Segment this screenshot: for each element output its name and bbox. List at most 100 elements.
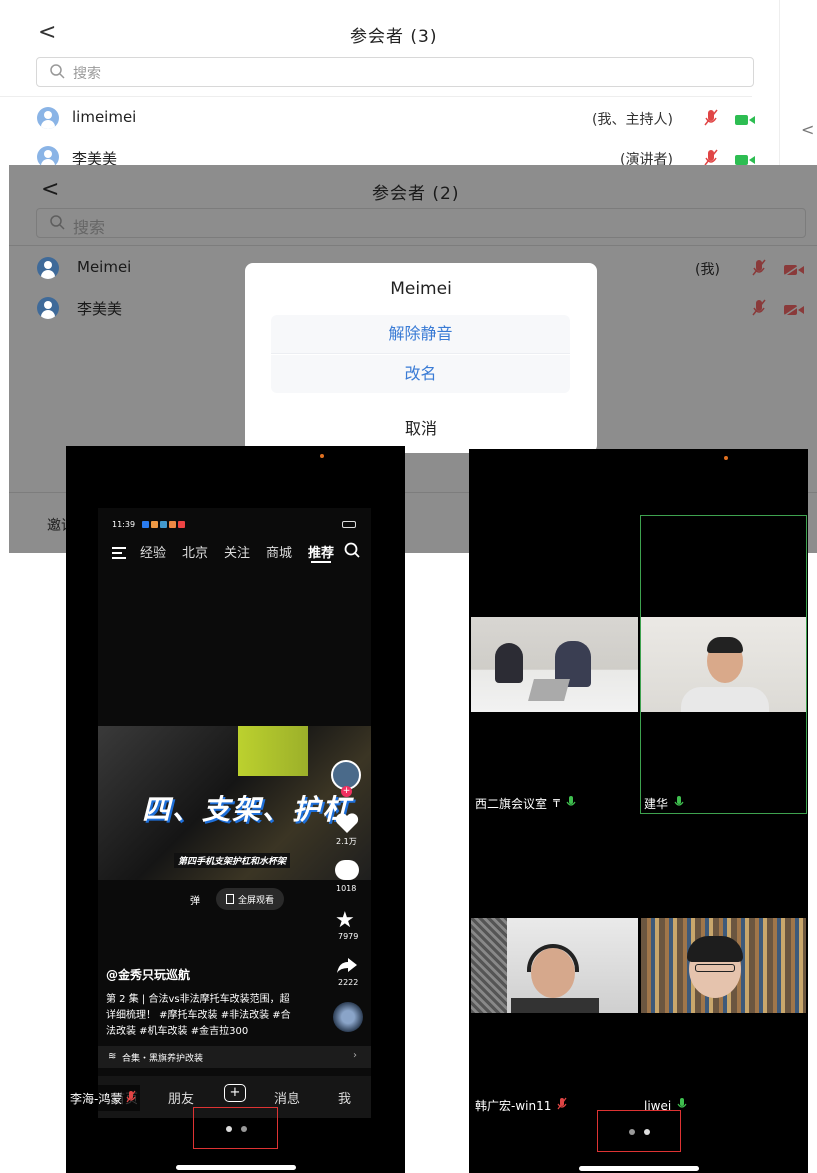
tab-underline [311, 561, 331, 563]
rename-button[interactable]: 改名 [271, 355, 570, 393]
person-silhouette [495, 643, 523, 683]
music-disc-icon[interactable] [333, 1002, 363, 1032]
page-indicator[interactable] [597, 1110, 681, 1152]
tab-follow[interactable]: 关注 [224, 542, 250, 561]
nav-create-button[interactable]: + [224, 1084, 246, 1102]
search-placeholder: 搜索 [73, 66, 101, 82]
video-frame[interactable]: 四、支架、护杠 第四手机支架护杠和水杯架 [98, 726, 371, 880]
tile-label-row: 韩广宏-win11 [475, 1096, 567, 1115]
video-off-icon[interactable] [783, 301, 804, 320]
tile-name: 建华 [644, 797, 669, 811]
pin-icon: ₸ [553, 797, 561, 810]
tile-name: 西二旗会议室 [475, 797, 548, 811]
person-body [681, 687, 769, 712]
tile-name: 韩广宏-win11 [475, 1099, 552, 1113]
comments-count: 1018 [336, 884, 357, 893]
nav-friends[interactable]: 朋友 [168, 1088, 194, 1107]
camera-dot [724, 456, 728, 460]
battery-icon [342, 521, 356, 528]
share-icon[interactable] [336, 956, 358, 978]
side-chevron-icon[interactable]: < [801, 120, 814, 139]
headset [527, 944, 579, 972]
mic-muted-icon[interactable] [703, 108, 719, 132]
right-phone-screen: 西二旗会议室 ₸ 建华 韩广宏-win11 liwei [469, 449, 808, 1173]
home-indicator [176, 1165, 296, 1170]
mic-muted-icon[interactable] [751, 258, 767, 282]
page-dot [629, 1129, 635, 1135]
follow-plus-icon[interactable]: + [341, 786, 352, 797]
desc-line: 第 2 集 | 合法vs非法摩托车改装范围，超 [106, 994, 290, 1005]
painting [471, 918, 507, 1013]
participant-role: (我) [695, 262, 720, 278]
glasses [695, 964, 735, 972]
nav-me[interactable]: 我 [338, 1088, 351, 1107]
participant-role: (我、主持人) [592, 112, 673, 128]
participant-name: limeimei [72, 108, 137, 126]
page-dot [241, 1126, 247, 1132]
page-dot [226, 1126, 232, 1132]
divider [271, 353, 570, 354]
officer-vest [238, 726, 308, 776]
video-on-icon[interactable] [735, 111, 755, 130]
dialog-title: Meimei [390, 279, 452, 299]
page-dot [644, 1129, 650, 1135]
panel-title: 参会者 (3) [350, 27, 438, 47]
fullscreen-label: 全屏观看 [238, 895, 275, 906]
person-hair [687, 936, 743, 962]
unmute-button[interactable]: 解除静音 [271, 315, 570, 353]
search-icon [49, 214, 65, 234]
tab-beijing[interactable]: 北京 [182, 542, 208, 561]
tile-label-row: 西二旗会议室 ₸ [475, 794, 576, 813]
back-button[interactable]: < [38, 20, 56, 45]
laptop [528, 679, 570, 701]
mic-muted-icon [126, 1089, 136, 1108]
person-body [511, 998, 599, 1013]
page-indicator[interactable] [193, 1107, 278, 1149]
search-icon[interactable] [344, 542, 360, 562]
participants-panel-3: < 参会者 (3) 搜索 limeimei (我、主持人) 李美美 (演讲者) … [0, 0, 817, 170]
right-divider [779, 0, 780, 165]
author-name[interactable]: @金秀只玩巡航 [106, 966, 190, 983]
menu-icon[interactable] [112, 544, 126, 563]
speed-icon[interactable]: 弹 [190, 892, 200, 907]
mic-muted-icon[interactable] [751, 298, 767, 322]
tab-mall[interactable]: 商城 [266, 542, 292, 561]
video-caption: 第四手机支架护杠和水杯架 [174, 853, 291, 868]
desc-line: 法改装 #机车改装 #金吉拉300 [106, 1026, 249, 1037]
avatar [37, 257, 59, 279]
participant-row[interactable]: limeimei (我、主持人) [0, 100, 760, 136]
video-tile-meeting-room[interactable] [471, 617, 638, 712]
search-icon [49, 63, 65, 83]
presenter-label: 李海-鸿蒙 [66, 1085, 141, 1111]
mic-muted-icon [557, 1096, 567, 1115]
tile-label-row: 建华 [644, 794, 684, 813]
stars-count: 7979 [338, 932, 359, 941]
collection-bar[interactable]: ≋ 合集・黑旗养护改装 › [98, 1046, 371, 1068]
video-tile-liwei[interactable] [641, 918, 806, 1013]
panel-title: 参会者 (2) [372, 184, 460, 204]
heart-icon[interactable] [335, 812, 359, 838]
comment-icon[interactable] [335, 860, 359, 880]
mic-on-icon [566, 794, 576, 813]
video-tile-hanguanghong[interactable] [471, 918, 638, 1013]
search-input[interactable]: 搜索 [36, 57, 754, 87]
video-off-icon[interactable] [783, 261, 804, 280]
video-tile-jianhua[interactable] [641, 617, 806, 712]
avatar [37, 107, 59, 129]
nav-messages[interactable]: 消息 [274, 1088, 300, 1107]
search-input[interactable]: 搜索 [36, 208, 806, 238]
video-banner: 四、支架、护杠 [142, 793, 353, 826]
camera-dot [320, 454, 324, 458]
mic-on-icon [674, 794, 684, 813]
back-button[interactable]: < [41, 177, 59, 202]
tab-jingyan[interactable]: 经验 [140, 542, 166, 561]
cancel-button[interactable]: 取消 [245, 415, 597, 439]
tab-recommend[interactable]: 推荐 [308, 542, 334, 561]
participant-action-dialog: Meimei 解除静音 改名 取消 [245, 263, 597, 453]
collection-label: 合集・黑旗养护改装 [122, 1054, 204, 1064]
star-icon[interactable]: ★ [335, 908, 355, 933]
fullscreen-button[interactable]: 全屏观看 [216, 888, 285, 910]
likes-count: 2.1万 [336, 837, 357, 846]
search-placeholder: 搜索 [73, 218, 106, 237]
collection-icon: ≋ [108, 1051, 117, 1062]
